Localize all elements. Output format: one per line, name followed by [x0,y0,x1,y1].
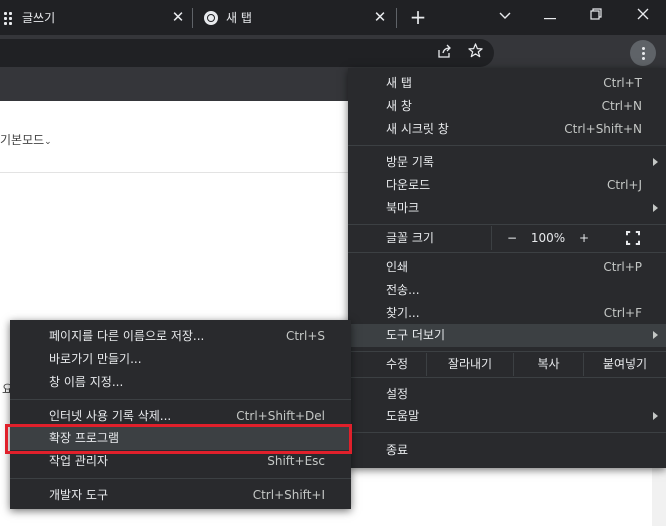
submenu-item-label: 개발자 도구 [49,488,109,502]
view-mode-label: 기본모드 [0,133,45,147]
menu-item-label: 다운로드 [386,178,431,192]
menu-divider [348,224,666,225]
menu-edit-row: 수정 잘라내기 복사 붙여넣기 [348,353,666,376]
menu-item-new-tab[interactable]: 새 탭 Ctrl+T [348,72,666,95]
menu-item-label: 인쇄 [386,260,409,274]
menu-item-label: 북마크 [386,201,420,215]
menu-item-bookmarks[interactable]: 북마크 [348,197,666,220]
menu-item-shortcut: Ctrl+N [601,99,642,113]
chevron-down-icon: ⌄ [44,137,52,147]
restore-icon[interactable] [584,4,608,28]
menu-item-label: 새 탭 [386,76,412,90]
new-tab-plus-icon[interactable]: + [406,6,430,30]
chrome-menu-kebab-icon[interactable] [630,40,656,66]
submenu-arrow-icon [653,331,658,339]
tab-new-tab[interactable]: 새 탭 ✕ [194,0,394,35]
menu-divider [348,377,666,378]
menu-item-label: 설정 [386,387,409,401]
submenu-item-save-page-as[interactable]: 페이지를 다른 이름으로 저장... Ctrl+S [10,325,351,348]
address-bar[interactable] [0,39,494,67]
submenu-item-label: 창 이름 지정... [49,375,124,389]
tab-title: 글쓰기 [22,11,56,25]
site-favicon-icon [4,11,14,25]
page-divider [0,172,348,173]
minimize-icon[interactable] [538,4,562,28]
menu-item-label: 도구 더보기 [386,328,446,342]
menu-item-shortcut: Ctrl+P [603,260,642,274]
bookmark-star-icon[interactable] [464,42,486,64]
edit-label: 수정 [386,357,409,371]
tab-separator [396,8,397,28]
menu-item-find[interactable]: 찾기... Ctrl+F [348,302,666,325]
menu-item-print[interactable]: 인쇄 Ctrl+P [348,256,666,279]
zoom-label: 글꼴 크기 [386,231,434,245]
submenu-item-developer-tools[interactable]: 개발자 도구 Ctrl+Shift+I [10,484,351,507]
menu-item-label: 전송... [386,283,420,297]
menu-item-label: 도움말 [386,409,420,423]
menu-item-new-window[interactable]: 새 창 Ctrl+N [348,95,666,118]
menu-item-shortcut: Ctrl+J [607,178,642,192]
menu-divider [348,252,666,253]
menu-zoom-row: 글꼴 크기 − 100% + [348,226,666,250]
submenu-item-label: 바로가기 만들기... [49,352,142,366]
more-tools-submenu: 페이지를 다른 이름으로 저장... Ctrl+S 바로가기 만들기... 창 … [10,320,351,509]
submenu-item-shortcut: Ctrl+Shift+I [252,488,325,502]
page-header-bar [0,70,348,101]
share-icon[interactable] [434,42,456,64]
window-close-icon[interactable] [631,4,655,28]
highlight-annotation-box [5,424,352,454]
menu-item-cast[interactable]: 전송... [348,279,666,302]
zoom-controls: − 100% + [491,226,666,250]
menu-item-new-incognito-window[interactable]: 새 시크릿 창 Ctrl+Shift+N [348,118,666,141]
menu-item-label: 방문 기록 [386,155,434,169]
zoom-level-value: 100% [530,231,566,245]
submenu-divider [10,478,351,479]
paste-button[interactable]: 붙여넣기 [583,353,666,376]
tab-separator [192,8,193,28]
submenu-item-label: 페이지를 다른 이름으로 저장... [49,329,205,343]
menu-divider [348,145,666,146]
zoom-out-button[interactable]: − [502,226,522,250]
menu-divider [348,432,666,433]
menu-item-label: 종료 [386,443,409,457]
tab-strip: 글쓰기 ✕ 새 탭 ✕ + [0,0,666,35]
chrome-icon [204,10,218,25]
menu-item-settings[interactable]: 설정 [348,383,666,406]
tab-search-chevron-down-icon[interactable] [493,4,517,28]
tab-title: 새 탭 [226,11,252,25]
fullscreen-icon[interactable] [626,231,640,245]
page-scrollbar[interactable] [652,468,666,526]
chrome-main-menu: 새 탭 Ctrl+T 새 창 Ctrl+N 새 시크릿 창 Ctrl+Shift… [348,68,666,468]
menu-item-shortcut: Ctrl+F [603,306,642,320]
menu-item-downloads[interactable]: 다운로드 Ctrl+J [348,174,666,197]
menu-divider [348,351,666,352]
submenu-divider [10,399,351,400]
submenu-item-create-shortcut[interactable]: 바로가기 만들기... [10,348,351,371]
menu-item-shortcut: Ctrl+T [603,76,642,90]
browser-toolbar [0,35,666,70]
cut-button[interactable]: 잘라내기 [426,353,513,376]
submenu-arrow-icon [653,204,658,212]
submenu-arrow-icon [653,412,658,420]
tab-close-icon[interactable]: ✕ [372,9,388,25]
zoom-in-button[interactable]: + [574,226,594,250]
menu-item-label: 새 창 [386,99,412,113]
menu-item-history[interactable]: 방문 기록 [348,151,666,174]
view-mode-dropdown[interactable]: 기본모드⌄ [0,131,52,148]
menu-item-more-tools[interactable]: 도구 더보기 [348,324,666,347]
submenu-item-shortcut: Ctrl+S [285,329,325,343]
menu-item-shortcut: Ctrl+Shift+N [564,122,642,136]
submenu-item-name-window[interactable]: 창 이름 지정... [10,371,351,394]
submenu-arrow-icon [653,158,658,166]
menu-item-help[interactable]: 도움말 [348,405,666,428]
tab-writing[interactable]: 글쓰기 ✕ [0,0,192,35]
tab-close-icon[interactable]: ✕ [170,9,186,25]
menu-item-label: 찾기... [386,306,420,320]
copy-button[interactable]: 복사 [513,353,583,376]
menu-item-label: 새 시크릿 창 [386,122,449,136]
menu-item-exit[interactable]: 종료 [348,439,666,462]
